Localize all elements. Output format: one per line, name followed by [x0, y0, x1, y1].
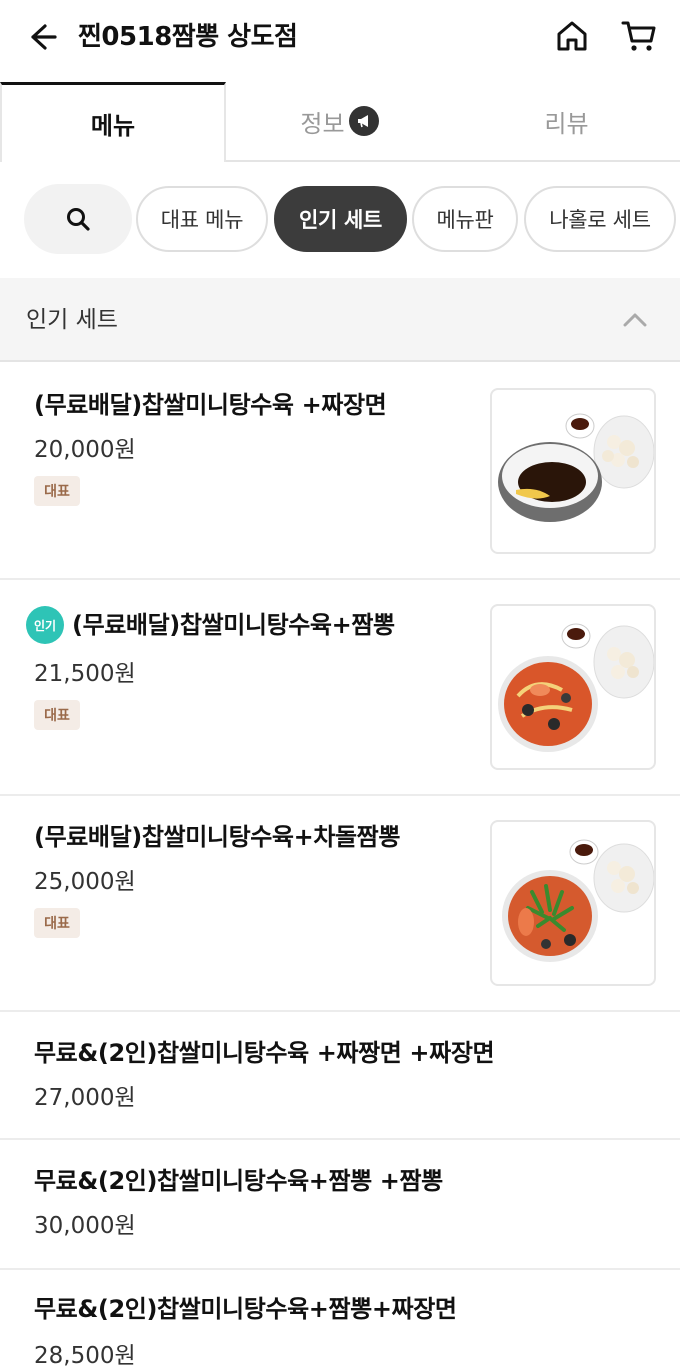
section-title: 인기 세트	[26, 307, 118, 333]
menu-item[interactable]: 인기 (무료배달)찹쌀미니탕수육+짬뽕 21,500원 대표	[0, 580, 680, 796]
search-icon	[67, 208, 90, 231]
menu-item[interactable]: 무료&(2인)찹쌀미니탕수육 +짜짱면 +짜장면 27,000원	[0, 1012, 680, 1140]
item-name: 무료&(2인)찹쌀미니탕수육 +짜짱면 +짜장면	[34, 1039, 495, 1067]
chip-popular-set[interactable]: 인기 세트	[274, 186, 407, 252]
category-chips: 대표 메뉴 인기 세트 메뉴판 나홀로 세트	[0, 184, 680, 254]
item-name: 무료&(2인)찹쌀미니탕수육+짬뽕 +짬뽕	[34, 1167, 443, 1195]
store-title: 찐0518짬뽕 상도점	[78, 22, 298, 52]
chip-label: 인기 세트	[298, 208, 383, 232]
representative-tag: 대표	[34, 700, 80, 730]
item-price: 28,500원	[34, 1343, 136, 1369]
tab-menu[interactable]: 메뉴	[0, 82, 226, 162]
item-price: 27,000원	[34, 1085, 136, 1111]
popular-badge: 인기	[26, 606, 64, 644]
item-photo	[490, 820, 656, 986]
item-name: (무료배달)찹쌀미니탕수육 +짜장면	[34, 391, 387, 419]
app-header: 찐0518짬뽕 상도점	[0, 0, 680, 80]
item-price: 21,500원	[34, 661, 136, 687]
chip-label: 메뉴판	[436, 208, 494, 232]
tab-bar: 메뉴 정보 리뷰	[0, 82, 680, 162]
megaphone-icon	[348, 106, 379, 136]
item-name: 무료&(2인)찹쌀미니탕수육+짬뽕+짜장면	[34, 1295, 457, 1323]
chip-label: 나홀로 세트	[549, 208, 651, 232]
tab-menu-label: 메뉴	[90, 112, 136, 140]
chip-label: 대표 메뉴	[160, 208, 244, 232]
tab-review[interactable]: 리뷰	[453, 82, 680, 160]
item-name: (무료배달)찹쌀미니탕수육+짬뽕	[72, 611, 395, 639]
search-button[interactable]	[24, 184, 132, 254]
item-price: 20,000원	[34, 437, 136, 463]
item-price: 30,000원	[34, 1213, 136, 1239]
chip-menu-board[interactable]: 메뉴판	[412, 186, 518, 252]
representative-tag: 대표	[34, 908, 80, 938]
back-arrow-icon[interactable]	[22, 18, 60, 56]
menu-item[interactable]: (무료배달)찹쌀미니탕수육+차돌짬뽕 25,000원 대표	[0, 796, 680, 1012]
tab-review-label: 리뷰	[544, 109, 589, 138]
menu-item[interactable]: 무료&(2인)찹쌀미니탕수육+짬뽕+짜장면 28,500원	[0, 1270, 680, 1372]
cart-icon[interactable]	[618, 16, 660, 56]
chip-representative-menu[interactable]: 대표 메뉴	[136, 186, 268, 252]
item-photo	[490, 604, 656, 770]
menu-item[interactable]: 무료&(2인)찹쌀미니탕수육+짬뽕 +짬뽕 30,000원	[0, 1140, 680, 1270]
representative-tag: 대표	[34, 476, 80, 506]
chevron-up-icon[interactable]	[614, 300, 656, 340]
tab-info-label: 정보	[300, 109, 345, 138]
tab-info[interactable]: 정보	[226, 82, 453, 160]
section-header[interactable]: 인기 세트	[0, 278, 680, 362]
menu-item[interactable]: (무료배달)찹쌀미니탕수육 +짜장면 20,000원 대표	[0, 364, 680, 580]
item-name: (무료배달)찹쌀미니탕수육+차돌짬뽕	[34, 823, 401, 851]
chip-solo-set[interactable]: 나홀로 세트	[524, 186, 676, 252]
item-photo	[490, 388, 656, 554]
home-icon[interactable]	[552, 16, 592, 56]
item-price: 25,000원	[34, 869, 136, 895]
